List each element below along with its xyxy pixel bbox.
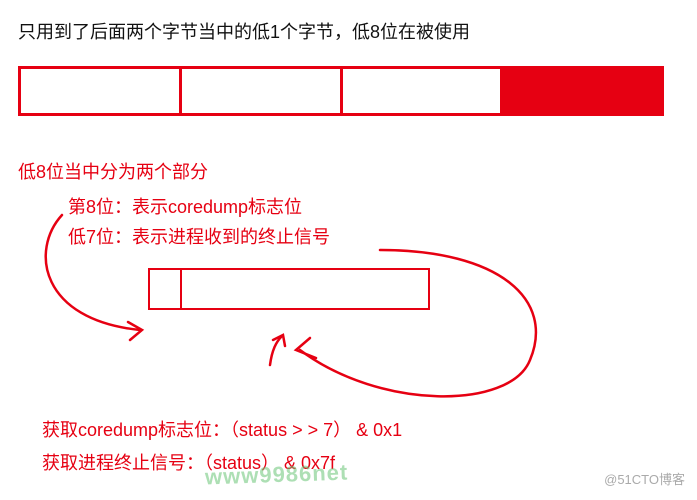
byte-cell-3-low8 bbox=[503, 69, 661, 113]
byte-cell-0 bbox=[21, 69, 182, 113]
low7-desc: 低7位：表示进程收到的终止信号 bbox=[68, 222, 679, 252]
low8-bits-box bbox=[148, 268, 430, 310]
bit8-desc: 第8位：表示coredump标志位 bbox=[68, 192, 679, 222]
byte-cell-1 bbox=[182, 69, 343, 113]
intro-text: 只用到了后面两个字节当中的低1个字节，低8位在被使用 bbox=[18, 18, 679, 44]
bytes-diagram bbox=[18, 66, 664, 116]
low8-heading: 低8位当中分为两个部分 bbox=[18, 158, 679, 184]
formula-coredump: 获取coredump标志位：（status > > 7） & 0x1 bbox=[42, 414, 402, 447]
byte-cell-2 bbox=[343, 69, 504, 113]
watermark-51cto: @51CTO博客 bbox=[604, 469, 685, 488]
bit8-cell bbox=[150, 270, 182, 308]
formula-signal: 获取进程终止信号：（status） & 0x7f bbox=[42, 447, 402, 480]
bits7-cell bbox=[182, 270, 428, 308]
